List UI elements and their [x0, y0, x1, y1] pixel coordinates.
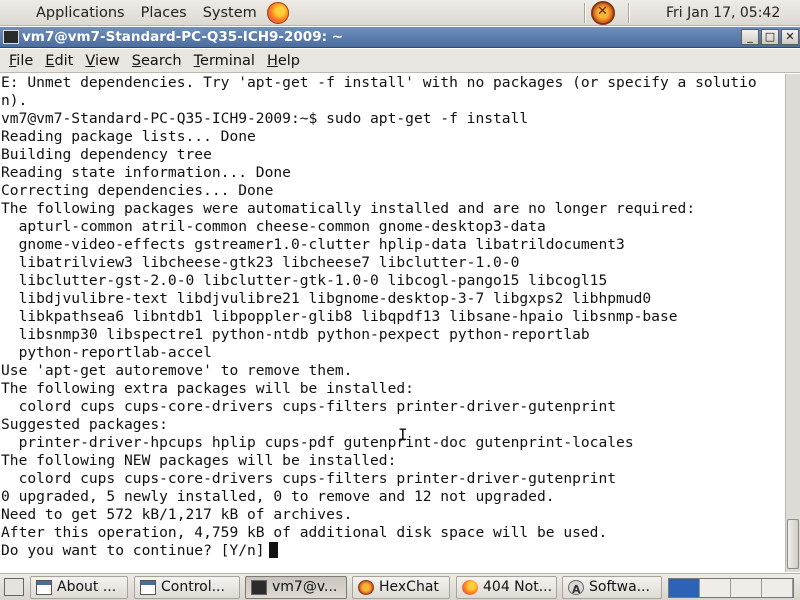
window-title: vm7@vm7-Standard-PC-Q35-ICH9-2009: ~ [22, 29, 344, 45]
minimize-button[interactable]: _ [741, 29, 759, 45]
terminal-line: Reading state information... Done [1, 164, 291, 181]
terminal-line: apturl-common atril-common cheese-common… [1, 218, 546, 235]
system-menu[interactable]: System [195, 0, 265, 26]
terminal-line: E: Unmet dependencies. Try 'apt-get -f i… [1, 74, 757, 91]
terminal-line: The following NEW packages will be insta… [1, 452, 397, 469]
terminal-line: n). [1, 92, 28, 109]
terminal-line: libkpathsea6 libntdb1 libpoppler-glib8 l… [1, 308, 678, 325]
maximize-button[interactable]: □ [761, 29, 779, 45]
window-titlebar[interactable]: vm7@vm7-Standard-PC-Q35-ICH9-2009: ~ _ □… [0, 27, 800, 48]
workspace-1[interactable] [669, 579, 700, 597]
terminal-line: Reading package lists... Done [1, 128, 256, 145]
menu-label: earch [141, 52, 182, 69]
menu-label: elp [277, 52, 300, 69]
software-icon [568, 579, 584, 598]
terminal-line: libsnmp30 libspectre1 python-ntdb python… [1, 326, 590, 343]
mnemonic: V [85, 52, 95, 69]
terminal-line: libclutter-gst-2.0-0 libclutter-gtk-1.0-… [1, 272, 608, 289]
menu-label: erminal [200, 52, 255, 69]
terminal-line: Suggested packages: [1, 416, 168, 433]
firefox-launcher-icon[interactable] [266, 1, 289, 24]
task-label: Softwa... [589, 579, 651, 595]
terminal-line: libatrilview3 libcheese-gtk23 libcheese7… [1, 254, 520, 271]
workspace-3[interactable] [731, 579, 762, 597]
ibeam-cursor-icon: I [398, 425, 408, 444]
terminal-line: Correcting dependencies... Done [1, 182, 274, 199]
terminal-line: printer-driver-hpcups hplip cups-pdf gut… [1, 434, 634, 451]
taskbar-item-firefox[interactable]: 404 Not... [456, 576, 557, 599]
hexchat-tray-icon[interactable] [591, 1, 615, 25]
places-menu[interactable]: Places [133, 0, 195, 26]
terminal-line: vm7@vm7-Standard-PC-Q35-ICH9-2009:~$ sud… [1, 110, 529, 127]
menu-terminal[interactable]: Terminal [188, 53, 261, 69]
terminal-scrollbar[interactable] [785, 74, 800, 572]
terminal-line: 0 upgraded, 5 newly installed, 0 to remo… [1, 488, 555, 505]
terminal-line: libdjvulibre-text libdjvulibre21 libgnom… [1, 290, 652, 307]
mnemonic: S [131, 52, 142, 69]
terminal-icon[interactable] [3, 30, 19, 44]
terminal-output[interactable]: E: Unmet dependencies. Try 'apt-get -f i… [0, 74, 785, 572]
taskbar-item-hexchat[interactable]: HexChat [352, 576, 450, 599]
bottom-taskbar: About ... Control... vm7@v... HexChat 40… [0, 573, 800, 600]
taskbar-item-control[interactable]: Control... [134, 576, 240, 599]
terminal-line: python-reportlab-accel [1, 344, 212, 361]
task-label: vm7@v... [272, 579, 338, 595]
menu-search[interactable]: Search [126, 53, 188, 69]
menu-label: iew [94, 52, 120, 69]
hexchat-icon [358, 580, 374, 595]
close-button[interactable]: ✕ [781, 29, 799, 45]
show-desktop-icon[interactable] [4, 578, 24, 596]
scrollbar-thumb[interactable] [787, 519, 799, 569]
panel-clock[interactable]: Fri Jan 17, 05:42 [666, 0, 780, 26]
terminal-line: After this operation, 4,759 kB of additi… [1, 524, 608, 541]
panel-separator [628, 3, 630, 23]
menu-edit[interactable]: Edit [39, 53, 79, 69]
window-icon [140, 580, 156, 595]
task-label: Control... [161, 579, 225, 595]
terminal-line: The following extra packages will be ins… [1, 380, 414, 397]
taskbar-item-software[interactable]: Softwa... [562, 576, 662, 599]
terminal-icon [251, 580, 267, 595]
panel-separator [584, 3, 586, 23]
terminal-line: The following packages were automaticall… [1, 200, 696, 217]
text-cursor [268, 542, 278, 558]
workspace-2[interactable] [700, 579, 731, 597]
terminal-line: Building dependency tree [1, 146, 212, 163]
terminal-line: colord cups cups-core-drivers cups-filte… [1, 470, 617, 487]
taskbar-item-about[interactable]: About ... [30, 576, 128, 599]
prompt-text: Do you want to continue? [Y/n] [1, 542, 265, 559]
terminal-menubar: File Edit View Search Terminal Help [0, 49, 800, 73]
task-label: 404 Not... [483, 579, 553, 595]
menu-file[interactable]: File [0, 53, 39, 69]
terminal-line: gnome-video-effects gstreamer1.0-clutter… [1, 236, 625, 253]
applications-menu[interactable]: Applications [0, 0, 133, 26]
firefox-icon [462, 580, 478, 595]
terminal-line: colord cups cups-core-drivers cups-filte… [1, 398, 617, 415]
window-icon [36, 580, 52, 595]
task-label: About ... [57, 579, 117, 595]
menu-label: ile [16, 52, 34, 69]
terminal-line: Need to get 572 kB/1,217 kB of archives. [1, 506, 353, 523]
terminal-prompt-line[interactable]: Do you want to continue? [Y/n] [0, 542, 785, 560]
menu-view[interactable]: View [79, 53, 125, 69]
top-panel: Applications Places System Fri Jan 17, 0… [0, 0, 800, 26]
task-label: HexChat [379, 579, 439, 595]
terminal-line: Use 'apt-get autoremove' to remove them. [1, 362, 353, 379]
workspace-switcher[interactable] [668, 578, 794, 598]
menu-help[interactable]: Help [261, 53, 306, 69]
menu-label: dit [54, 52, 74, 69]
mnemonic: H [266, 52, 278, 69]
taskbar-item-terminal[interactable]: vm7@v... [245, 576, 347, 599]
workspace-4[interactable] [762, 579, 793, 597]
